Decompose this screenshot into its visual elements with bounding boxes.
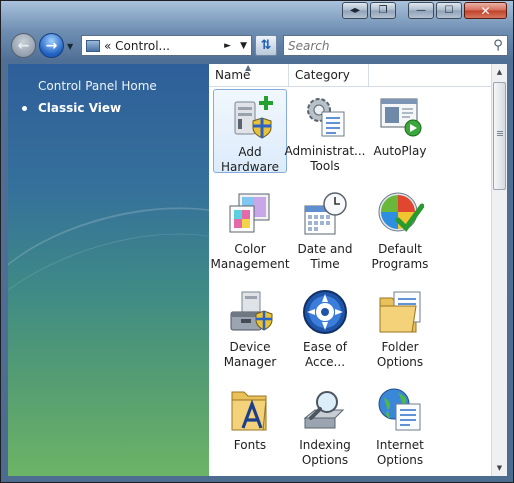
minimize-button[interactable]: — — [408, 2, 434, 19]
internet-options-icon — [376, 386, 424, 434]
item-date-and-time[interactable]: Date and Time — [288, 187, 362, 271]
item-label: Fonts — [233, 438, 267, 452]
item-folder-options[interactable]: Folder Options — [363, 285, 437, 369]
address-text: « Control... — [104, 39, 220, 53]
item-label: Color Management — [210, 242, 290, 271]
item-label: Ease of Acce... — [303, 340, 347, 369]
indexing-options-icon — [301, 386, 349, 434]
item-fonts[interactable]: Fonts — [213, 383, 287, 467]
item-label: Folder Options — [376, 340, 424, 369]
item-label: Date and Time — [297, 242, 353, 271]
refresh-icon: ⇅ — [260, 38, 272, 53]
column-headers: ▲ Name Category — [209, 64, 492, 87]
navigation-bar: ← → ▼ « Control... ► ▼ ⇅ ⚲ — [1, 29, 513, 63]
item-default-programs[interactable]: Default Programs — [363, 187, 437, 271]
item-internet-options[interactable]: Internet Options — [363, 383, 437, 467]
add-hardware-icon — [226, 93, 274, 141]
back-arrow-icon: ← — [17, 37, 30, 54]
item-label: Device Manager — [223, 340, 277, 369]
column-header-category-label: Category — [295, 68, 350, 82]
item-label: Indexing Options — [299, 438, 351, 467]
address-breadcrumb[interactable]: Control... — [115, 39, 170, 53]
address-dropdown-icon[interactable]: ▼ — [235, 40, 251, 51]
item-label: Administrat... Tools — [284, 144, 366, 173]
scroll-thumb[interactable] — [493, 82, 506, 190]
forward-button[interactable]: → — [39, 33, 64, 58]
flip-button[interactable]: ◂▸ — [342, 2, 368, 19]
item-label: Add Hardware — [221, 145, 279, 174]
forward-arrow-icon: → — [45, 37, 58, 54]
fonts-icon — [226, 386, 274, 434]
default-programs-icon — [376, 190, 425, 238]
search-input[interactable] — [284, 37, 489, 54]
control-panel-icon — [86, 39, 100, 52]
scroll-down-button[interactable]: ▼ — [492, 460, 507, 476]
column-header-category[interactable]: Category — [289, 64, 369, 86]
item-device-manager[interactable]: Device Manager — [213, 285, 287, 369]
column-header-name[interactable]: ▲ Name — [209, 64, 289, 86]
items-view: ▲ Name Category Add Hardware Administrat… — [209, 64, 507, 476]
sort-ascending-icon: ▲ — [245, 64, 252, 72]
search-box[interactable]: ⚲ — [283, 35, 508, 56]
title-extra-buttons: ◂▸ ❐ — [342, 2, 396, 19]
breadcrumb-arrow-icon[interactable]: ► — [220, 41, 235, 51]
recent-pages-dropdown[interactable]: ▼ — [67, 42, 73, 51]
item-indexing-options[interactable]: Indexing Options — [288, 383, 362, 467]
close-button[interactable]: ✕ — [464, 2, 507, 19]
task-pane: Control Panel Home Classic View — [8, 64, 209, 476]
item-label: Default Programs — [371, 242, 429, 271]
vertical-scrollbar[interactable]: ▲ ▼ — [491, 64, 507, 476]
ease-of-access-icon — [301, 288, 349, 336]
item-administrative-tools[interactable]: Administrat... Tools — [285, 89, 366, 173]
item-add-hardware[interactable]: Add Hardware — [213, 89, 287, 174]
caption-buttons: ◂▸ ❐ — ☐ ✕ — [342, 2, 507, 19]
item-label: Internet Options — [376, 438, 424, 467]
item-label: AutoPlay — [373, 144, 427, 158]
address-overflow-chevron[interactable]: « — [104, 39, 111, 53]
back-button[interactable]: ← — [11, 33, 36, 58]
control-panel-window: ◂▸ ❐ — ☐ ✕ ← → ▼ « Control... ► ▼ ⇅ ⚲ Co… — [0, 0, 514, 483]
item-color-management[interactable]: Color Management — [210, 187, 290, 271]
grip-icon — [497, 131, 503, 132]
date-time-icon — [301, 190, 349, 238]
address-bar[interactable]: « Control... ► ▼ — [81, 35, 252, 56]
administrative-tools-icon — [301, 92, 349, 140]
refresh-button[interactable]: ⇅ — [255, 35, 277, 56]
classic-view-link[interactable]: Classic View — [38, 101, 121, 115]
folder-options-icon — [376, 288, 424, 336]
color-management-icon — [226, 190, 274, 238]
control-panel-home-link[interactable]: Control Panel Home — [38, 79, 157, 93]
item-autoplay[interactable]: AutoPlay — [363, 89, 437, 173]
search-icon[interactable]: ⚲ — [489, 38, 507, 53]
maximize-button[interactable]: ☐ — [436, 2, 462, 19]
device-manager-icon — [226, 288, 274, 336]
scroll-up-button[interactable]: ▲ — [492, 64, 507, 80]
restore-small-button[interactable]: ❐ — [370, 2, 396, 19]
bullet-icon — [22, 106, 27, 111]
item-ease-of-access[interactable]: Ease of Acce... — [288, 285, 362, 369]
autoplay-icon — [376, 92, 424, 140]
